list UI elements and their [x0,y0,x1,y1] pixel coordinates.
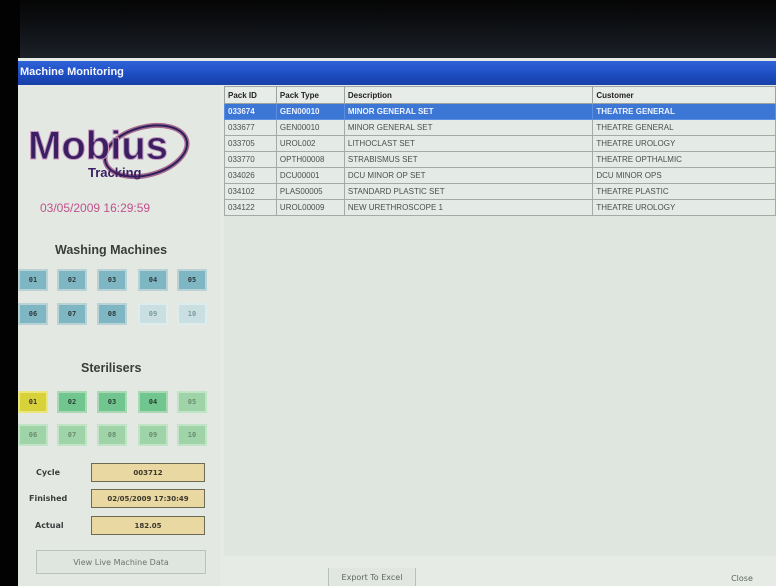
cell-customer: THEATRE GENERAL [592,103,776,120]
column-header-pack-id[interactable]: Pack ID [224,86,277,104]
cell-description: NEW URETHROSCOPE 1 [343,199,594,216]
cell-description: STRABISMUS SET [343,151,594,168]
table-row[interactable]: 034122 UROL00009 NEW URETHROSCOPE 1 THEA… [224,199,776,216]
svg-text:Mobius: Mobius [28,124,168,168]
cell-customer: DCU MINOR OPS [592,167,776,184]
left-panel: Mobius Tracking 03/05/2009 16:29:59 Wash… [18,85,220,586]
cell-description: MINOR GENERAL SET [343,119,594,136]
steriliser-button-06[interactable]: 06 [18,424,48,446]
view-live-machine-data-button[interactable]: View Live Machine Data [36,550,206,574]
washer-button-06[interactable]: 06 [18,303,48,325]
table-row[interactable]: 033674 GEN00010 MINOR GENERAL SET THEATR… [224,103,776,120]
steriliser-button-10[interactable]: 10 [177,424,207,446]
cell-description: MINOR GENERAL SET [343,103,594,120]
cell-pack-id: 033705 [224,135,277,152]
washer-button-08[interactable]: 08 [97,303,127,325]
steriliser-button-04[interactable]: 04 [138,391,168,413]
pack-table: Pack ID Pack Type Description Customer 0… [224,86,776,216]
cell-pack-type: DCU00001 [275,167,345,184]
cell-pack-type: UROL002 [275,135,345,152]
application-window: Machine Monitoring Mobius Tracking 03/05… [18,58,776,586]
washer-button-07[interactable]: 07 [57,303,87,325]
actual-label: Actual [35,521,64,530]
table-row[interactable]: 033705 UROL002 LITHOCLAST SET THEATRE UR… [224,135,776,152]
washer-button-10[interactable]: 10 [177,303,207,325]
column-header-customer[interactable]: Customer [592,86,776,104]
cell-customer: THEATRE GENERAL [592,119,776,136]
cell-customer: THEATRE OPTHALMIC [592,151,776,168]
cycle-value: 003712 [91,463,205,482]
table-row[interactable]: 033770 OPTH00008 STRABISMUS SET THEATRE … [224,151,776,168]
steriliser-button-09[interactable]: 09 [138,424,168,446]
table-header-row: Pack ID Pack Type Description Customer [224,86,776,104]
svg-text:Tracking: Tracking [88,165,142,180]
cell-description: STANDARD PLASTIC SET [343,183,594,200]
cell-pack-type: GEN00010 [275,103,345,120]
close-button[interactable]: Close [722,571,762,585]
current-datetime: 03/05/2009 16:29:59 [40,201,151,215]
cell-pack-id: 034026 [224,167,277,184]
finished-label: Finished [29,494,68,503]
cell-description: DCU MINOR OP SET [343,167,594,184]
export-to-excel-button[interactable]: Export To Excel [328,568,416,586]
cell-pack-id: 034122 [224,199,277,216]
washer-button-02[interactable]: 02 [57,269,87,291]
steriliser-button-07[interactable]: 07 [57,424,87,446]
washer-button-09[interactable]: 09 [138,303,168,325]
cell-pack-id: 033674 [224,103,277,120]
mobius-tracking-logo: Mobius Tracking [28,122,190,180]
monitor-bezel-left [0,0,20,586]
table-row[interactable]: 034102 PLAS00005 STANDARD PLASTIC SET TH… [224,183,776,200]
cell-pack-type: OPTH00008 [275,151,345,168]
cell-description: LITHOCLAST SET [343,135,594,152]
steriliser-button-08[interactable]: 08 [97,424,127,446]
cell-pack-type: PLAS00005 [275,183,345,200]
washer-button-01[interactable]: 01 [18,269,48,291]
washer-button-05[interactable]: 05 [177,269,207,291]
actual-value: 182.05 [91,516,205,535]
window-title: Machine Monitoring [20,66,124,78]
title-bar[interactable]: Machine Monitoring [18,61,776,85]
column-header-pack-type[interactable]: Pack Type [275,86,345,104]
steriliser-button-02[interactable]: 02 [57,391,87,413]
cell-customer: THEATRE UROLOGY [592,199,776,216]
washing-machines-title: Washing Machines [55,243,168,257]
cell-pack-type: UROL00009 [275,199,345,216]
cycle-label: Cycle [36,468,60,477]
table-row[interactable]: 034026 DCU00001 DCU MINOR OP SET DCU MIN… [224,167,776,184]
cell-pack-id: 033677 [224,119,277,136]
monitor-bezel-top [0,0,776,58]
finished-value: 02/05/2009 17:30:49 [91,489,205,508]
cell-customer: THEATRE PLASTIC [592,183,776,200]
washer-button-04[interactable]: 04 [138,269,168,291]
steriliser-button-03[interactable]: 03 [97,391,127,413]
washer-button-03[interactable]: 03 [97,269,127,291]
sterilisers-title: Sterilisers [81,361,142,375]
cell-pack-id: 033770 [224,151,277,168]
cell-pack-id: 034102 [224,183,277,200]
table-row[interactable]: 033677 GEN00010 MINOR GENERAL SET THEATR… [224,119,776,136]
steriliser-button-05[interactable]: 05 [177,391,207,413]
cell-customer: THEATRE UROLOGY [592,135,776,152]
column-header-description[interactable]: Description [343,86,594,104]
pack-grid: Pack ID Pack Type Description Customer 0… [224,86,776,556]
steriliser-button-01[interactable]: 01 [18,391,48,413]
cell-pack-type: GEN00010 [275,119,345,136]
